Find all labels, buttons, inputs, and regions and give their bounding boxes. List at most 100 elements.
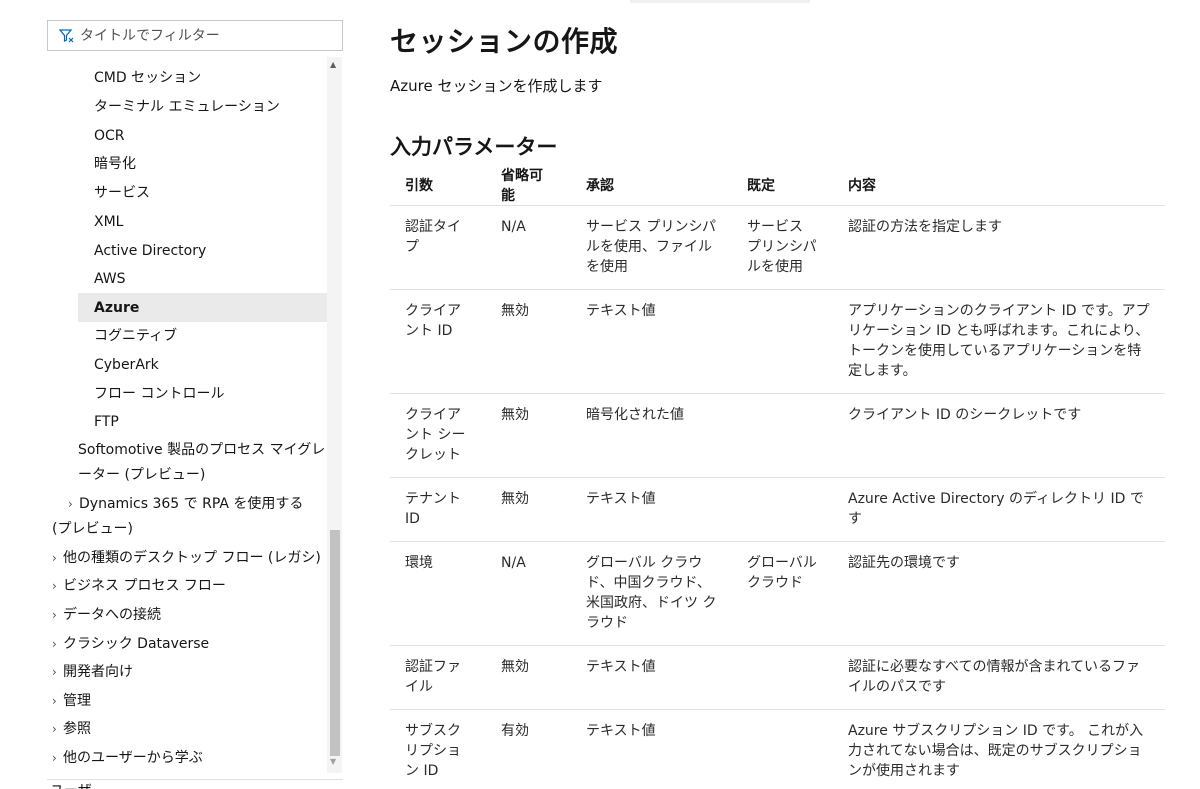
- toc-item-dynamics-365[interactable]: › Dynamics 365 で RPA を使用する (プレビュー): [52, 492, 327, 542]
- cell-accepts: テキスト値: [571, 289, 732, 394]
- toc-item-label: データへの接続: [63, 607, 161, 623]
- toc-item-aws[interactable]: AWS: [94, 269, 126, 289]
- chevron-right-icon: ›: [52, 637, 57, 651]
- cell-argument: 環境: [390, 541, 486, 646]
- header-optional: 省略可能: [486, 165, 571, 206]
- cell-description: Azure Active Directory のディレクトリ ID です: [833, 477, 1165, 542]
- cell-accepts: テキスト値: [571, 477, 732, 542]
- cell-default: [732, 709, 833, 789]
- toc-item-connect-data[interactable]: › データへの接続: [52, 605, 161, 625]
- cell-default: [732, 289, 833, 394]
- toc-item-classic-dataverse[interactable]: › クラシック Dataverse: [52, 634, 209, 654]
- cell-description: 認証の方法を指定します: [833, 205, 1165, 290]
- cell-argument: 認証ファイル: [390, 645, 486, 710]
- table-row: サブスクリプション ID 有効 テキスト値 Azure サブスクリプション ID…: [390, 709, 1165, 789]
- cell-accepts: グローバル クラウド、中国クラウド、米国政府、ドイツ クラウド: [571, 541, 732, 646]
- chevron-right-icon: ›: [52, 694, 57, 708]
- toc-item-label: 他の種類のデスクトップ フロー (レガシ): [63, 550, 321, 566]
- cell-default: [732, 393, 833, 478]
- cell-description: アプリケーションのクライアント ID です。アプリケーション ID とも呼ばれま…: [833, 289, 1165, 394]
- toc-item-flow-control[interactable]: フロー コントロール: [94, 384, 224, 404]
- toc-item-label: 参照: [63, 721, 91, 737]
- table-row: テナント ID 無効 テキスト値 Azure Active Directory …: [390, 477, 1165, 542]
- table-row: 認証ファイル 無効 テキスト値 認証に必要なすべての情報が含まれているファイルの…: [390, 645, 1165, 710]
- cell-description: 認証に必要なすべての情報が含まれているファイルのパスです: [833, 645, 1165, 710]
- toc-item-xml[interactable]: XML: [94, 212, 123, 232]
- toc-item-active-directory[interactable]: Active Directory: [94, 241, 206, 261]
- cell-accepts: 暗号化された値: [571, 393, 732, 478]
- cell-optional: 無効: [486, 645, 571, 710]
- header-description: 内容: [833, 165, 1165, 206]
- toc-list: CMD セッション ターミナル エミュレーション OCR 暗号化 サービス XM…: [47, 63, 327, 789]
- chevron-right-icon: ›: [52, 551, 57, 565]
- cell-optional: 有効: [486, 709, 571, 789]
- title-filter-box[interactable]: [47, 20, 343, 51]
- toc-item-ftp[interactable]: FTP: [94, 412, 119, 432]
- toc-item-cognitive[interactable]: コグニティブ: [94, 326, 177, 346]
- toc-item-label: クラシック Dataverse: [63, 636, 210, 652]
- cell-accepts: テキスト値: [571, 645, 732, 710]
- toc-item-softomotive-migrator[interactable]: Softomotive 製品のプロセス マイグレーター (プレビュー): [78, 438, 327, 488]
- cell-optional: 無効: [486, 477, 571, 542]
- table-row: クライアント シークレット 無効 暗号化された値 クライアント ID のシークレ…: [390, 393, 1165, 478]
- chevron-right-icon: ›: [52, 722, 57, 736]
- filter-icon: [58, 28, 74, 44]
- cell-optional: N/A: [486, 541, 571, 646]
- cell-default: [732, 477, 833, 542]
- toc-item-partial[interactable]: ユーザ: [50, 780, 92, 789]
- toc-item-services[interactable]: サービス: [94, 183, 150, 203]
- toc-item-label: ビジネス プロセス フロー: [63, 578, 226, 594]
- table-row: 環境 N/A グローバル クラウド、中国クラウド、米国政府、ドイツ クラウド グ…: [390, 541, 1165, 646]
- cell-accepts: サービス プリンシパルを使用、ファイルを使用: [571, 205, 732, 290]
- cell-default: [732, 645, 833, 710]
- scroll-down-arrow-icon[interactable]: ▼: [330, 757, 336, 766]
- cell-optional: 無効: [486, 289, 571, 394]
- page-description: Azure セッションを作成します: [390, 77, 603, 95]
- toc-item-cryptography[interactable]: 暗号化: [94, 154, 136, 174]
- cell-description: Azure サブスクリプション ID です。 これが入力されてない場合は、既定の…: [833, 709, 1165, 789]
- header-argument: 引数: [390, 165, 486, 206]
- cell-description: 認証先の環境です: [833, 541, 1165, 646]
- toc-item-business-process-flows[interactable]: › ビジネス プロセス フロー: [52, 576, 226, 596]
- header-default: 既定: [732, 165, 833, 206]
- chevron-right-icon: ›: [52, 579, 57, 593]
- cell-default: サービス プリンシパルを使用: [732, 205, 833, 290]
- toc-item-ocr[interactable]: OCR: [94, 126, 125, 146]
- toc-item-azure[interactable]: Azure: [94, 298, 139, 318]
- cell-accepts: テキスト値: [571, 709, 732, 789]
- toc-item-cyberark[interactable]: CyberArk: [94, 355, 159, 375]
- cell-description: クライアント ID のシークレットです: [833, 393, 1165, 478]
- table-row: 認証タイプ N/A サービス プリンシパルを使用、ファイルを使用 サービス プリ…: [390, 205, 1165, 290]
- toc-scrollbar-thumb[interactable]: [330, 530, 340, 756]
- toc-item-label: 他のユーザーから学ぶ: [63, 750, 203, 766]
- chevron-right-icon: ›: [52, 751, 57, 765]
- section-title-input-params: 入力パラメーター: [390, 135, 558, 159]
- toc-item-admin[interactable]: › 管理: [52, 691, 91, 711]
- toc-item-cmd-session[interactable]: CMD セッション: [94, 68, 201, 88]
- table-header-row: 引数 省略可能 承認 既定 内容: [390, 165, 1165, 206]
- cell-default: グローバル クラウド: [732, 541, 833, 646]
- cell-optional: 無効: [486, 393, 571, 478]
- chevron-right-icon: ›: [52, 665, 57, 679]
- toc-item-developers[interactable]: › 開発者向け: [52, 662, 133, 682]
- sidebar-toc: CMD セッション ターミナル エミュレーション OCR 暗号化 サービス XM…: [0, 0, 345, 789]
- cell-optional: N/A: [486, 205, 571, 290]
- table-row: クライアント ID 無効 テキスト値 アプリケーションのクライアント ID です…: [390, 289, 1165, 394]
- scroll-up-arrow-icon[interactable]: ▲: [330, 60, 336, 69]
- toc-item-terminal-emulation[interactable]: ターミナル エミュレーション: [94, 97, 280, 117]
- filter-input[interactable]: [80, 27, 320, 44]
- toc-item-learn-from-others[interactable]: › 他のユーザーから学ぶ: [52, 748, 203, 768]
- top-edge: [630, 0, 810, 3]
- toc-item-reference[interactable]: › 参照: [52, 719, 91, 739]
- toc-item-legacy-desktop-flows[interactable]: › 他の種類のデスクトップ フロー (レガシ): [52, 548, 321, 568]
- toc-item-label: 管理: [63, 693, 91, 709]
- cell-argument: クライアント ID: [390, 289, 486, 394]
- toc-item-label: Dynamics 365 で RPA を使用する (プレビュー): [52, 496, 304, 537]
- chevron-right-icon: ›: [52, 608, 57, 622]
- input-parameters-table: 引数 省略可能 承認 既定 内容 認証タイプ N/A サービス プリンシパルを使…: [390, 165, 1165, 789]
- toc-item-label: 開発者向け: [63, 664, 133, 680]
- cell-argument: テナント ID: [390, 477, 486, 542]
- page-title: セッションの作成: [390, 25, 619, 58]
- header-accepts: 承認: [571, 165, 732, 206]
- cell-argument: クライアント シークレット: [390, 393, 486, 478]
